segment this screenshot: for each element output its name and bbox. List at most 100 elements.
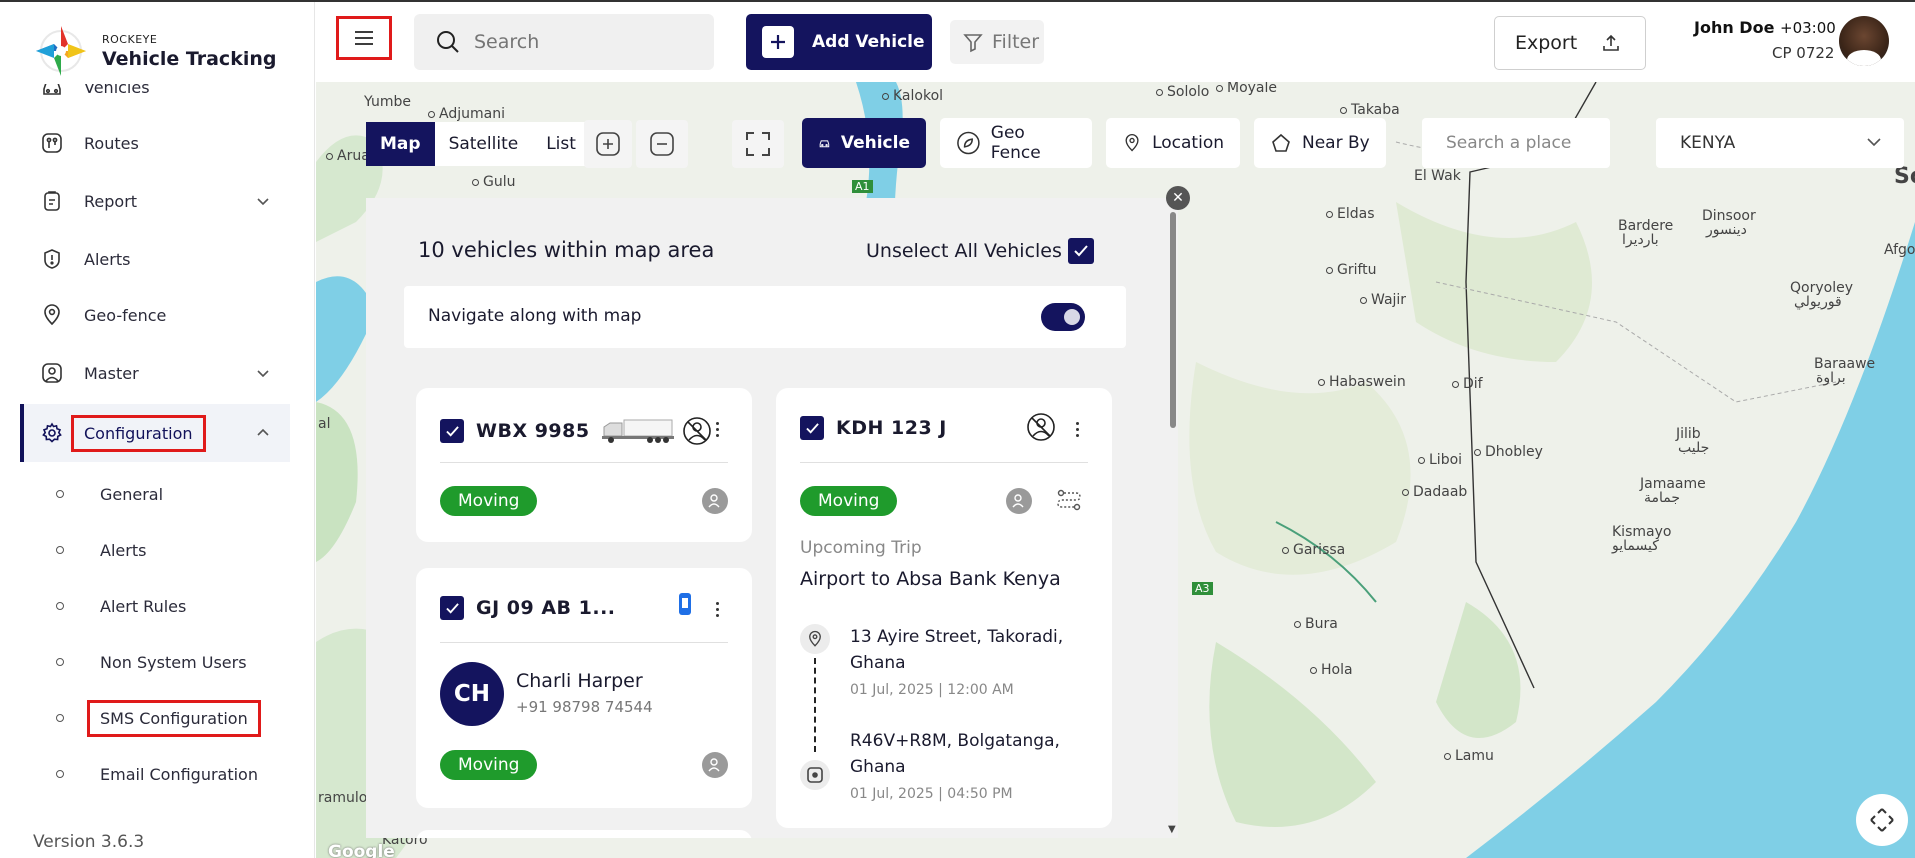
add-vehicle-button[interactable]: Add Vehicle — [746, 14, 932, 70]
tab-map[interactable]: Map — [366, 122, 435, 166]
map-label: Lamu — [1444, 748, 1494, 764]
hamburger-menu-button[interactable] — [336, 16, 392, 60]
add-vehicle-label: Add Vehicle — [812, 32, 925, 52]
zoom-out-button[interactable] — [636, 120, 688, 168]
sidebar-item-configuration[interactable]: Configuration — [20, 404, 290, 462]
sidebar-item-label: Geo-fence — [84, 305, 167, 325]
sub-item-alerts[interactable]: Alerts — [56, 530, 146, 570]
sub-item-general[interactable]: General — [56, 474, 163, 514]
chevron-up-icon — [257, 428, 269, 436]
layer-near-by[interactable]: Near By — [1254, 118, 1386, 168]
chevron-down-icon — [257, 370, 269, 378]
sub-item-label: Alert Rules — [100, 596, 187, 616]
sub-item-label: Alerts — [100, 540, 147, 560]
map-label: Liboi — [1418, 452, 1462, 468]
close-panel-button[interactable]: ✕ — [1166, 186, 1190, 210]
country-value: KENYA — [1680, 133, 1736, 153]
brand-logo[interactable]: ROCKEYE Vehicle Tracking — [32, 18, 282, 84]
map-label: Habaswein — [1318, 374, 1406, 390]
layer-vehicle-label: Vehicle — [840, 133, 910, 153]
map-label: Afgo — [1884, 242, 1915, 258]
export-button[interactable]: Export — [1494, 16, 1646, 70]
search-bar[interactable] — [414, 14, 714, 70]
map-label: Yumbe — [364, 94, 411, 110]
map-label: كيسمايو — [1612, 538, 1659, 554]
panel-title: 10 vehicles within map area — [418, 238, 715, 262]
layer-geo-fence[interactable]: Geo Fence — [940, 118, 1092, 168]
logo-icon — [36, 26, 86, 76]
vehicle-menu-icon[interactable] — [714, 602, 720, 620]
app-version: Version 3.6.3 — [33, 832, 145, 852]
navigate-toggle[interactable] — [1041, 303, 1085, 331]
place-search-input[interactable]: Search a place — [1422, 118, 1610, 168]
vehicle-card[interactable] — [416, 830, 752, 838]
sub-item-non-system-users[interactable]: Non System Users — [56, 642, 247, 682]
unselect-all-checkbox[interactable] — [1068, 238, 1094, 264]
search-input[interactable] — [474, 31, 694, 53]
vehicle-card[interactable]: GJ 09 AB 1... CH Charli Harper +91 98798… — [416, 568, 752, 808]
trip-label: Upcoming Trip — [800, 538, 922, 558]
vehicle-checkbox[interactable] — [800, 416, 824, 440]
map-area[interactable]: Yumbe Adjumani Arua Gulu Kalokol Sololo … — [316, 82, 1915, 858]
map-label: قوريولي — [1794, 294, 1842, 310]
sidebar-item-label: Alerts — [84, 249, 131, 269]
avatar[interactable] — [1839, 16, 1889, 66]
destination-address: R46V+R8M, Bolgatanga, Ghana — [850, 731, 1060, 777]
map-label: دينسور — [1706, 222, 1747, 238]
tab-satellite[interactable]: Satellite — [434, 122, 533, 166]
vehicle-card[interactable]: KDH 123 J Moving Upcoming Trip Airport t… — [776, 388, 1112, 828]
sub-item-sms-configuration[interactable]: SMS Configuration — [56, 698, 261, 738]
user-timezone: +03:00 — [1780, 19, 1836, 37]
sidebar-item-geo-fence[interactable]: Geo-fence — [20, 286, 290, 344]
filter-button[interactable]: Filter — [950, 20, 1044, 64]
map-pan-control[interactable] — [1856, 794, 1908, 846]
filter-label: Filter — [992, 31, 1040, 53]
driver-settings-icon[interactable] — [702, 752, 728, 778]
layer-location-label: Location — [1152, 133, 1224, 153]
vehicle-card[interactable]: WBX 9985 Moving — [416, 388, 752, 542]
search-icon — [437, 31, 459, 53]
sub-item-alert-rules[interactable]: Alert Rules — [56, 586, 186, 626]
map-label: Takaba — [1340, 102, 1400, 118]
route-icon[interactable] — [1056, 488, 1082, 512]
near-by-icon — [1272, 133, 1290, 152]
sidebar: ROCKEYE Vehicle Tracking Vehicles Routes… — [0, 2, 315, 858]
map-label: Adjumani — [428, 106, 505, 122]
vehicle-menu-icon[interactable] — [1074, 422, 1080, 440]
driver-phone: +91 98798 74544 — [516, 698, 653, 716]
sidebar-item-routes[interactable]: Routes — [20, 114, 290, 172]
user-name-text: John Doe — [1694, 18, 1775, 37]
country-select[interactable]: KENYA — [1656, 118, 1904, 168]
vehicle-checkbox[interactable] — [440, 419, 464, 443]
map-label: باردیرا — [1622, 232, 1659, 248]
map-label: ramulo — [318, 790, 368, 806]
zoom-in-button[interactable] — [584, 120, 632, 168]
driver-settings-icon[interactable] — [1006, 488, 1032, 514]
vehicle-menu-icon[interactable] — [714, 422, 720, 440]
sidebar-item-alerts[interactable]: Alerts — [20, 230, 290, 288]
vehicle-plate: KDH 123 J — [836, 417, 947, 439]
unselect-all-label[interactable]: Unselect All Vehicles — [866, 240, 1062, 262]
layer-location[interactable]: Location — [1106, 118, 1240, 168]
check-icon — [805, 422, 819, 434]
sidebar-item-report[interactable]: Report — [20, 172, 290, 230]
card-divider — [440, 462, 728, 463]
navigate-with-map-row: Navigate along with map — [404, 286, 1126, 348]
fullscreen-button[interactable] — [732, 120, 784, 168]
origin-time: 01 Jul, 2025 | 12:00 AM — [850, 682, 1014, 698]
location-pin-icon — [44, 304, 60, 326]
panel-scrollbar[interactable] — [1170, 212, 1176, 428]
tab-list[interactable]: List — [532, 122, 590, 166]
sub-item-label: Non System Users — [100, 652, 247, 672]
vehicle-header: WBX 9985 — [440, 416, 712, 446]
map-label: Kalokol — [882, 88, 943, 104]
layer-vehicle[interactable]: Vehicle — [802, 118, 926, 168]
vehicle-checkbox[interactable] — [440, 596, 464, 620]
scroll-down-icon[interactable]: ▼ — [1168, 824, 1176, 835]
driver-settings-icon[interactable] — [702, 488, 728, 514]
routes-icon — [42, 133, 62, 153]
sidebar-item-master[interactable]: Master — [20, 344, 290, 402]
driver-name: Charli Harper — [516, 670, 643, 692]
sub-item-email-configuration[interactable]: Email Configuration — [56, 754, 258, 794]
bullet-icon — [56, 490, 64, 498]
